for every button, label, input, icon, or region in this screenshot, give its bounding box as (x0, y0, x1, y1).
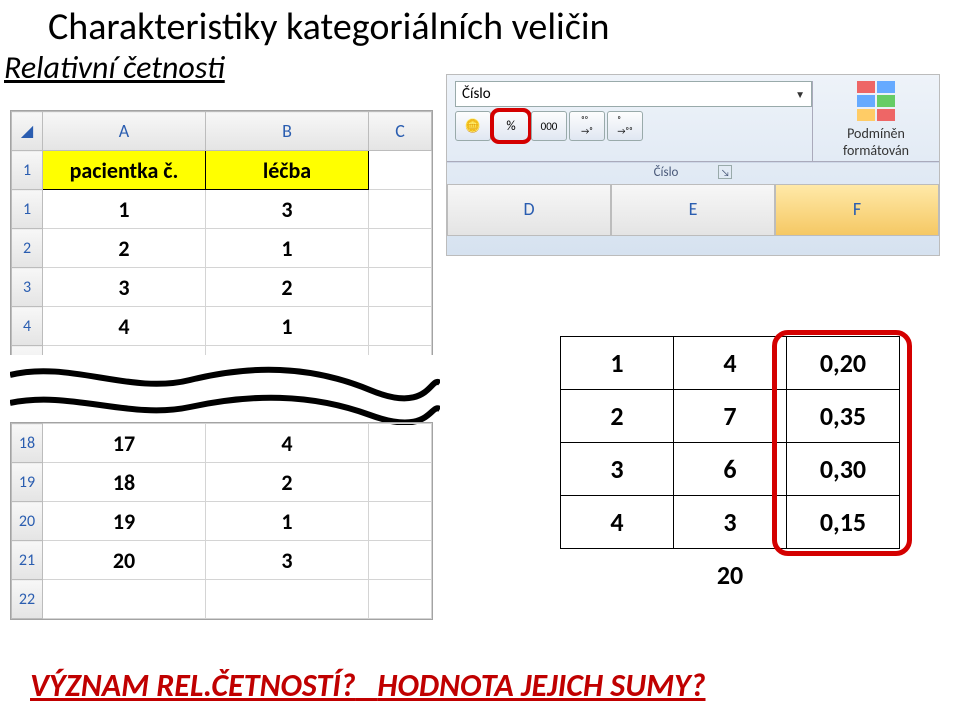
dec-inc-icon: ⁰→⁰⁰ (617, 115, 632, 137)
cell[interactable] (206, 580, 369, 619)
currency-button[interactable]: 🪙 (455, 111, 491, 141)
cell[interactable]: 0,20 (787, 337, 900, 390)
cell[interactable]: 1 (206, 307, 369, 346)
cell[interactable]: 17 (43, 424, 206, 463)
cell[interactable]: 4 (561, 496, 674, 549)
thousands-button[interactable]: 000 (531, 111, 567, 141)
chevron-down-icon: ▼ (795, 88, 805, 101)
cell[interactable]: 3 (206, 190, 369, 229)
thousands-icon: 000 (541, 120, 558, 133)
cell[interactable]: 1 (561, 337, 674, 390)
cell[interactable]: 0,15 (787, 496, 900, 549)
cell[interactable]: 6 (674, 443, 787, 496)
select-all-corner[interactable]: ◢ (12, 112, 43, 151)
cell[interactable] (369, 541, 432, 580)
cell[interactable]: 4 (674, 337, 787, 390)
row-num[interactable]: 18 (12, 424, 43, 463)
cell[interactable]: 20 (43, 541, 206, 580)
row-num[interactable]: 4 (12, 307, 43, 346)
percent-button[interactable]: % (493, 111, 529, 141)
col-B[interactable]: B (206, 112, 369, 151)
conditional-format-button[interactable]: Podmíněn formátován (812, 81, 931, 161)
spreadsheet-left-bottom[interactable]: 18174 19182 20191 21203 22 (10, 422, 433, 620)
cond-format-label1: Podmíněn (821, 125, 931, 142)
cell[interactable] (369, 502, 432, 541)
col-D[interactable]: D (447, 184, 611, 236)
col-A[interactable]: A (43, 112, 206, 151)
cond-format-label2: formátován (821, 142, 931, 159)
cell[interactable]: 3 (206, 541, 369, 580)
cell[interactable]: 3 (674, 496, 787, 549)
cell[interactable]: 1 (206, 229, 369, 268)
page-title: Charakteristiky kategoriálních veličin (0, 0, 960, 50)
cell[interactable] (369, 151, 432, 190)
header-pacientka[interactable]: pacientka č. (43, 151, 206, 190)
cell[interactable] (369, 307, 432, 346)
cell[interactable] (369, 268, 432, 307)
row-num[interactable]: 3 (12, 268, 43, 307)
cell[interactable]: 19 (43, 502, 206, 541)
row-num[interactable]: 1 (12, 190, 43, 229)
cell[interactable]: 0,30 (787, 443, 900, 496)
number-format-select[interactable]: Číslo ▼ (455, 81, 812, 107)
cell[interactable] (43, 580, 206, 619)
cell[interactable]: 0,35 (787, 390, 900, 443)
cell[interactable] (369, 190, 432, 229)
cell[interactable]: 4 (43, 307, 206, 346)
cell[interactable] (369, 229, 432, 268)
increase-decimal-button[interactable]: ⁰⁰→⁰ (569, 111, 605, 141)
cell[interactable]: 2 (206, 463, 369, 502)
spreadsheet-left[interactable]: ◢ A B C 1 pacientka č. léčba 113 221 332… (10, 110, 433, 386)
sum-cell[interactable]: 20 (674, 549, 787, 602)
ribbon-number-group: Číslo ▼ 🪙 % 000 ⁰⁰→⁰ ⁰→⁰⁰ Podmíněn formá… (446, 74, 940, 256)
cell[interactable]: 18 (43, 463, 206, 502)
footer-question: VÝZNAM REL.ČETNOSTÍ? HODNOTA JEJICH SUMY… (30, 666, 706, 705)
decrease-decimal-button[interactable]: ⁰→⁰⁰ (607, 111, 643, 141)
cell[interactable]: 2 (561, 390, 674, 443)
col-C[interactable]: C (369, 112, 432, 151)
cell[interactable]: 4 (206, 424, 369, 463)
row-num[interactable]: 22 (12, 580, 43, 619)
cell[interactable]: 1 (206, 502, 369, 541)
inc-dec-icon: ⁰⁰→⁰ (581, 115, 593, 137)
row-num[interactable]: 21 (12, 541, 43, 580)
ribbon-group-label: Číslo (654, 165, 679, 180)
cell[interactable]: 3 (43, 268, 206, 307)
percent-icon: % (506, 119, 515, 134)
col-F-selected[interactable]: F (775, 184, 939, 236)
row-num[interactable]: 20 (12, 502, 43, 541)
dialog-launcher-icon[interactable]: ↘ (718, 165, 732, 179)
number-format-label: Číslo (462, 85, 491, 103)
row-num[interactable]: 2 (12, 229, 43, 268)
cell[interactable] (369, 463, 432, 502)
row-num[interactable]: 19 (12, 463, 43, 502)
cond-format-icon (854, 81, 898, 121)
cell[interactable]: 7 (674, 390, 787, 443)
cell[interactable]: 1 (43, 190, 206, 229)
header-lecba[interactable]: léčba (206, 151, 369, 190)
coin-icon: 🪙 (465, 119, 481, 134)
cell[interactable]: 3 (561, 443, 674, 496)
cell[interactable]: 2 (43, 229, 206, 268)
frequency-table[interactable]: 140,20 270,35 360,30 430,15 20 (560, 336, 900, 601)
cell[interactable]: 2 (206, 268, 369, 307)
torn-separator (10, 355, 440, 425)
cell[interactable] (369, 580, 432, 619)
cell[interactable] (369, 424, 432, 463)
col-E[interactable]: E (611, 184, 775, 236)
row-1[interactable]: 1 (12, 151, 43, 190)
